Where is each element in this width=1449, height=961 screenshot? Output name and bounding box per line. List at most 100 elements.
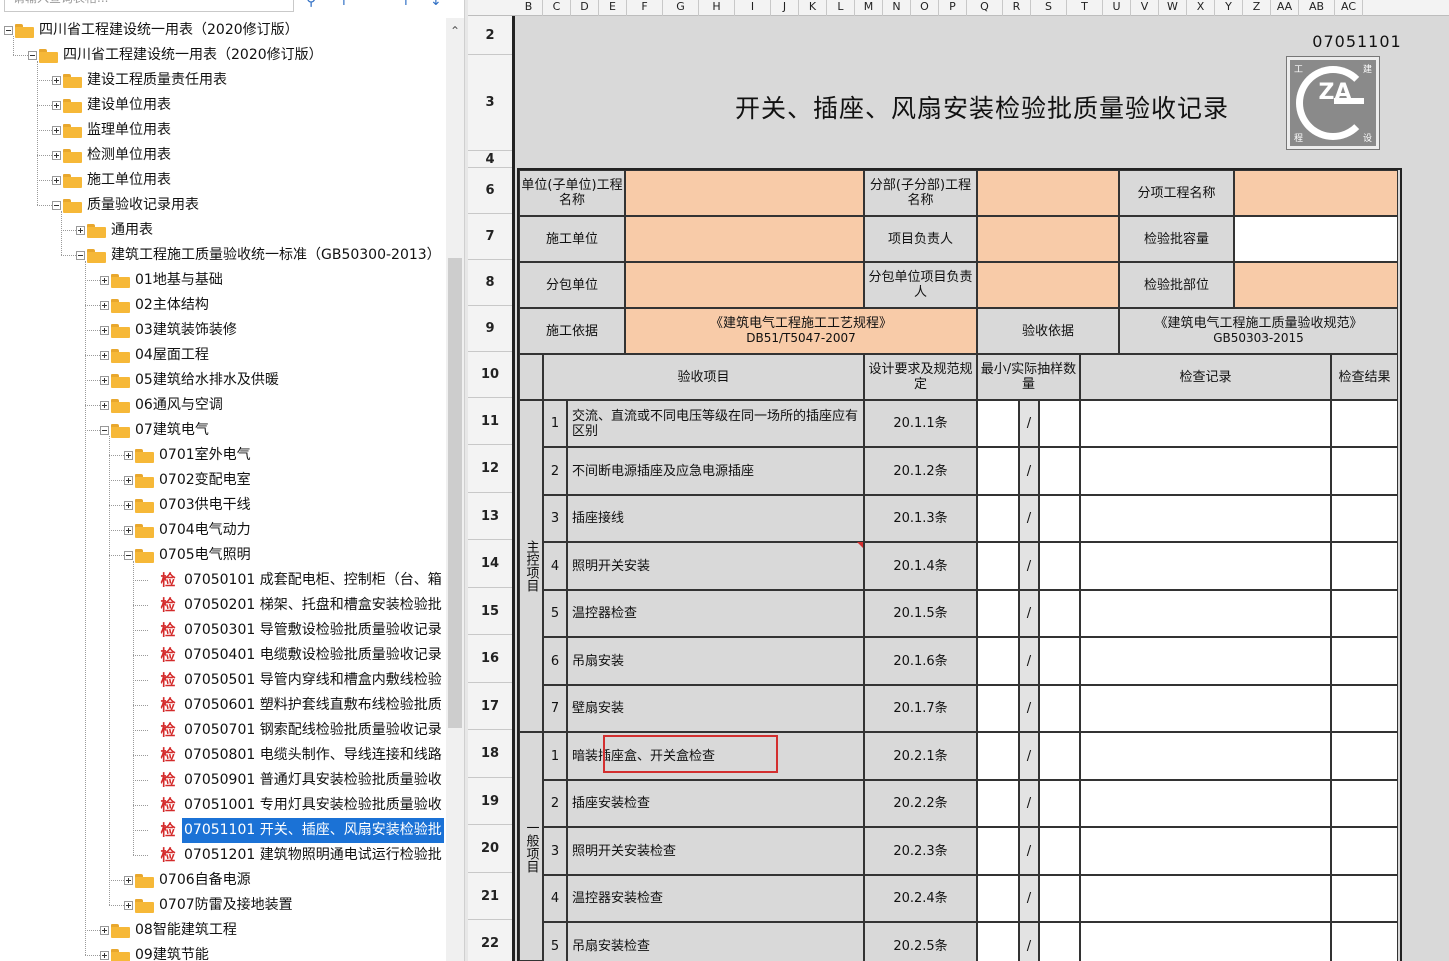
row-header[interactable]: 10	[468, 352, 512, 398]
result-cell[interactable]	[1331, 542, 1398, 590]
record-cell[interactable]	[1080, 495, 1331, 542]
expand-icon[interactable]	[100, 326, 109, 335]
result-cell[interactable]	[1331, 732, 1398, 780]
actual-sample-cell[interactable]	[1039, 685, 1080, 732]
expand-icon[interactable]	[124, 501, 133, 510]
row-header[interactable]: 4	[468, 151, 512, 168]
record-cell[interactable]	[1080, 400, 1331, 447]
expand-icon[interactable]	[52, 126, 61, 135]
actual-sample-cell[interactable]	[1039, 447, 1080, 495]
result-cell[interactable]	[1331, 922, 1398, 961]
expand-icon[interactable]	[100, 401, 109, 410]
collapse-icon[interactable]	[100, 426, 109, 435]
row-header[interactable]: 7	[468, 214, 512, 260]
row-header[interactable]: 18	[468, 730, 512, 778]
column-header[interactable]: I	[735, 0, 771, 16]
column-header[interactable]: O	[911, 0, 939, 16]
expand-icon[interactable]	[124, 901, 133, 910]
tree-item-folder[interactable]: 06通风与空调	[100, 393, 225, 418]
tree-item-folder[interactable]: 检测单位用表	[52, 143, 173, 168]
tree-item-doc[interactable]: 检 07051101 开关、插座、风扇安装检验批	[148, 818, 444, 843]
min-sample-cell[interactable]	[977, 827, 1019, 875]
tree-item-folder[interactable]: 监理单位用表	[52, 118, 173, 143]
expand-icon[interactable]	[52, 101, 61, 110]
row-header[interactable]: 11	[468, 398, 512, 445]
result-cell[interactable]	[1331, 875, 1398, 922]
tree-item-folder[interactable]: 09建筑节能	[100, 943, 211, 961]
record-cell[interactable]	[1080, 780, 1331, 827]
row-header[interactable]: 6	[468, 168, 512, 214]
column-header[interactable]: AB	[1299, 0, 1335, 16]
row-header[interactable]: 12	[468, 445, 512, 493]
column-header[interactable]: T	[1067, 0, 1103, 16]
tree-item-folder[interactable]: 02主体结构	[100, 293, 211, 318]
tree-item-folder[interactable]: 通用表	[76, 218, 155, 243]
min-sample-cell[interactable]	[977, 685, 1019, 732]
search-icon[interactable]: ⚲	[306, 0, 322, 8]
tree-item-doc[interactable]: 检 07051001 专用灯具安装检验批质量验收	[148, 793, 444, 818]
up-arrow-icon[interactable]: ↑	[338, 0, 354, 8]
expand-icon[interactable]	[100, 351, 109, 360]
column-header[interactable]: K	[799, 0, 827, 16]
basis-value-cell[interactable]: 《建筑电气工程施工工艺规程》 DB51/T5047-2007	[625, 308, 977, 354]
actual-sample-cell[interactable]	[1039, 542, 1080, 590]
scroll-up-icon[interactable]: ⌃	[446, 24, 464, 40]
expand-icon[interactable]	[52, 176, 61, 185]
tree-item-doc[interactable]: 检 07050901 普通灯具安装检验批质量验收	[148, 768, 444, 793]
tree-item-folder[interactable]: 05建筑给水排水及供暖	[100, 368, 281, 393]
tree-item-folder[interactable]: 0705电气照明	[124, 543, 253, 568]
result-cell[interactable]	[1331, 637, 1398, 685]
record-cell[interactable]	[1080, 875, 1331, 922]
expand-icon[interactable]	[124, 476, 133, 485]
row-header[interactable]: 9	[468, 306, 512, 352]
tree-item-folder[interactable]: 建筑工程施工质量验收统一标准（GB50300-2013）	[76, 243, 443, 268]
column-header[interactable]: H	[699, 0, 735, 16]
tree-item-doc[interactable]: 检 07051201 建筑物照明通电试运行检验批	[148, 843, 444, 868]
tree-item-folder[interactable]: 施工单位用表	[52, 168, 173, 193]
record-cell[interactable]	[1080, 590, 1331, 637]
expand-icon[interactable]	[100, 951, 109, 960]
pm-value-cell[interactable]	[977, 216, 1119, 262]
search-input[interactable]: 请输入查询表格...	[4, 0, 294, 12]
item-value-cell[interactable]	[1234, 170, 1398, 216]
record-cell[interactable]	[1080, 685, 1331, 732]
arrow-up-icon[interactable]: ↑	[400, 0, 416, 8]
collapse-icon[interactable]	[76, 251, 85, 260]
result-cell[interactable]	[1331, 780, 1398, 827]
result-cell[interactable]	[1331, 495, 1398, 542]
row-header[interactable]: 8	[468, 260, 512, 306]
tree-item-doc[interactable]: 检 07050401 电缆敷设检验批质量验收记录	[148, 643, 444, 668]
row-header[interactable]: 22	[468, 920, 512, 961]
min-sample-cell[interactable]	[977, 590, 1019, 637]
column-header[interactable]: B	[515, 0, 543, 16]
column-header[interactable]: Y	[1215, 0, 1243, 16]
actual-sample-cell[interactable]	[1039, 922, 1080, 961]
tree-item-folder[interactable]: 07建筑电气	[100, 418, 211, 443]
tree-item-folder[interactable]: 四川省工程建设统一用表（2020修订版）	[4, 18, 301, 43]
row-header[interactable]: 3	[468, 55, 512, 151]
subcontractor-value-cell[interactable]	[625, 262, 864, 308]
expand-icon[interactable]	[100, 376, 109, 385]
tree-item-folder[interactable]: 01地基与基础	[100, 268, 225, 293]
row-header[interactable]: 17	[468, 683, 512, 730]
min-sample-cell[interactable]	[977, 637, 1019, 685]
row-header[interactable]: 15	[468, 588, 512, 635]
column-header[interactable]: AC	[1335, 0, 1363, 16]
result-cell[interactable]	[1331, 685, 1398, 732]
actual-sample-cell[interactable]	[1039, 875, 1080, 922]
arrow-down-icon[interactable]: ↓	[430, 0, 446, 8]
expand-icon[interactable]	[100, 926, 109, 935]
collapse-icon[interactable]	[28, 51, 37, 60]
tree-item-folder[interactable]: 质量验收记录用表	[52, 193, 201, 218]
tree-item-folder[interactable]: 0704电气动力	[124, 518, 253, 543]
expand-icon[interactable]	[124, 451, 133, 460]
min-sample-cell[interactable]	[977, 875, 1019, 922]
column-header[interactable]: V	[1131, 0, 1159, 16]
tree-item-doc[interactable]: 检 07050601 塑料护套线直敷布线检验批质	[148, 693, 444, 718]
record-cell[interactable]	[1080, 447, 1331, 495]
tree-item-folder[interactable]: 建设单位用表	[52, 93, 173, 118]
row-header[interactable]: 13	[468, 493, 512, 540]
unit-value-cell[interactable]	[625, 170, 864, 216]
row-header[interactable]: 21	[468, 873, 512, 920]
row-header[interactable]: 16	[468, 635, 512, 683]
